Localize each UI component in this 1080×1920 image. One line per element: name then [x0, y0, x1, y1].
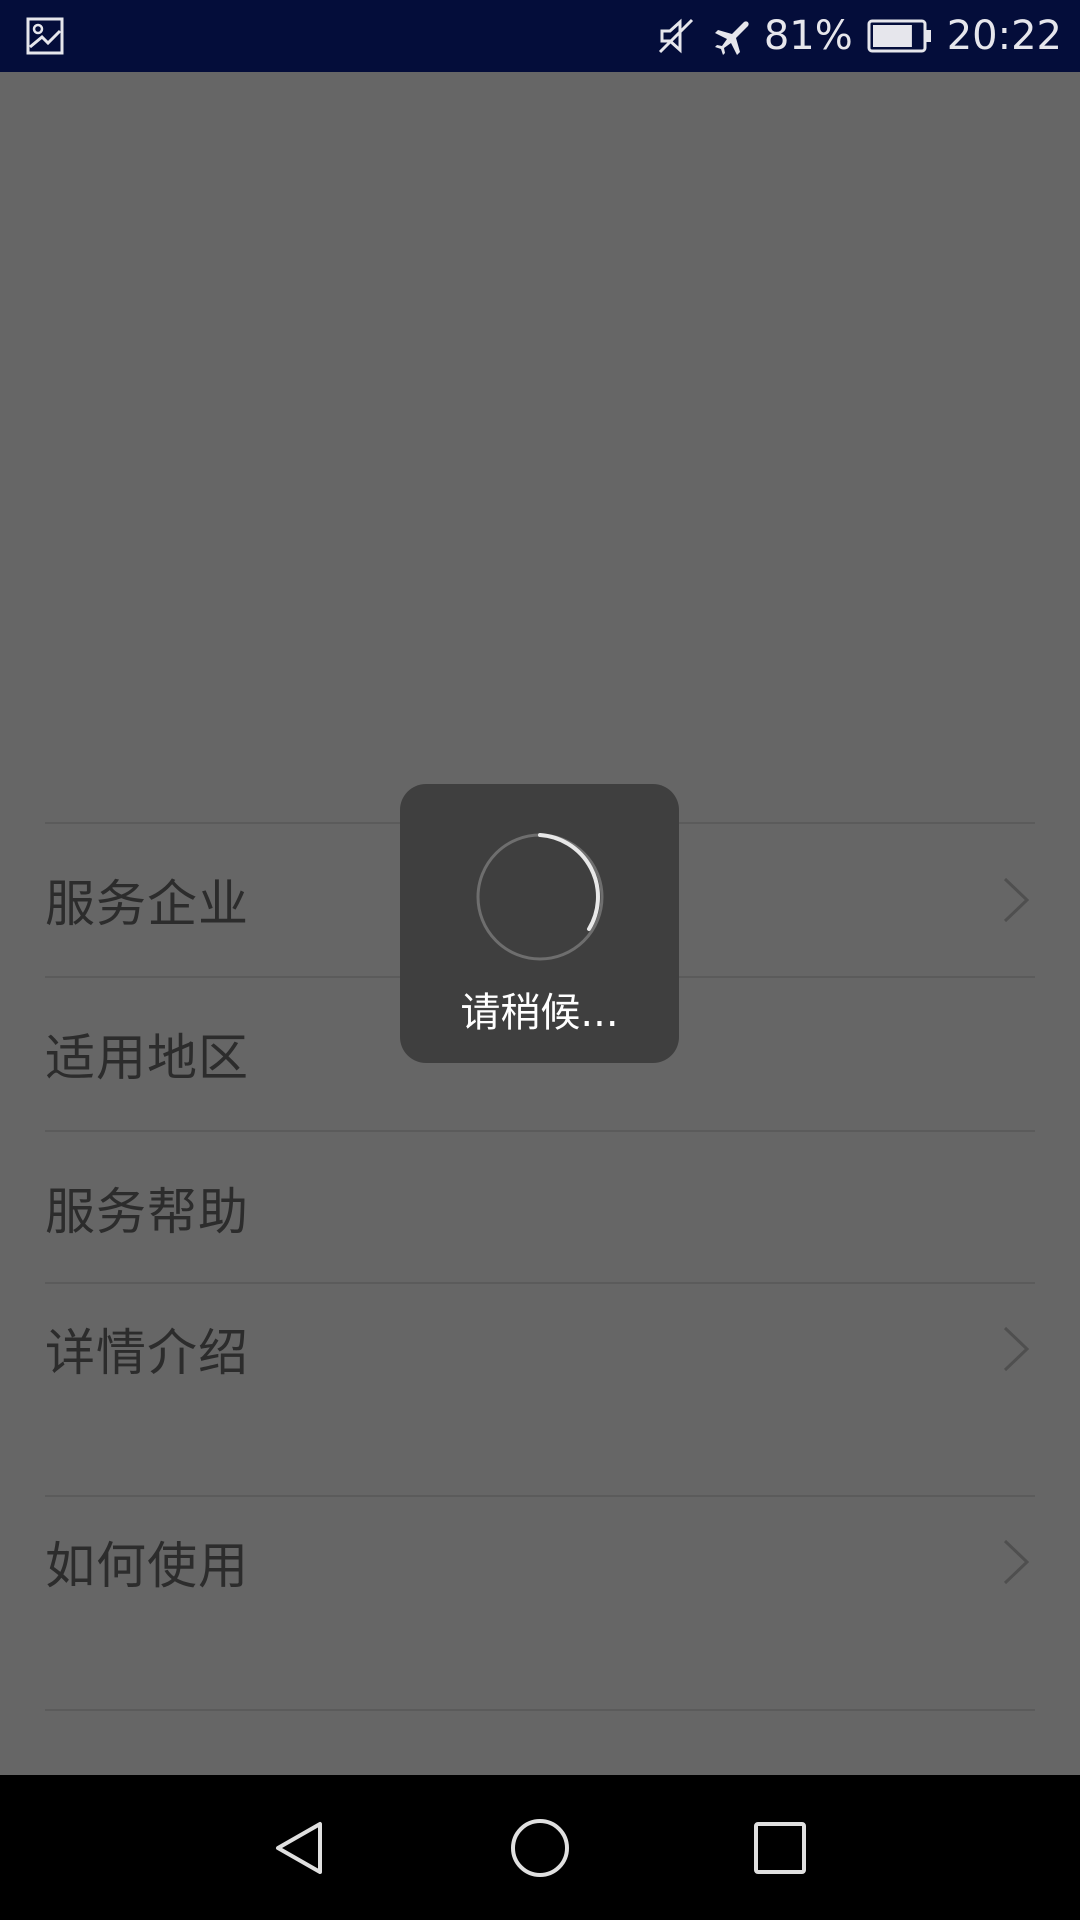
navigation-bar [0, 1775, 1080, 1920]
gallery-icon [26, 17, 64, 55]
menu-item-how-to-use[interactable]: 如何使用 [45, 1497, 1035, 1627]
recents-icon [754, 1822, 806, 1874]
loading-spinner-icon [476, 833, 604, 961]
divider [45, 1709, 1035, 1711]
status-time: 20:22 [946, 13, 1062, 59]
back-button[interactable] [255, 1803, 345, 1893]
back-icon [276, 1822, 322, 1874]
menu-item-label: 如何使用 [45, 1537, 249, 1595]
battery-percent: 81% [763, 13, 853, 59]
battery-icon [867, 19, 933, 53]
loading-dialog: 请稍候... [400, 784, 679, 1063]
menu-item-label: 适用地区 [45, 1029, 249, 1087]
menu-item-details[interactable]: 详情介绍 [45, 1284, 1035, 1414]
airplane-mode-icon [710, 16, 750, 56]
home-icon [511, 1819, 569, 1877]
menu-item-label: 详情介绍 [45, 1324, 249, 1382]
mute-icon [656, 16, 696, 56]
home-button[interactable] [495, 1803, 585, 1893]
menu-item-service-help[interactable]: 服务帮助 [45, 1132, 1035, 1284]
status-bar: 81% 20:22 [0, 0, 1080, 72]
chevron-right-icon [1003, 1326, 1030, 1372]
recents-button[interactable] [735, 1803, 825, 1893]
chevron-right-icon [1003, 877, 1030, 923]
chevron-right-icon [1003, 1539, 1030, 1585]
loading-text: 请稍候... [460, 990, 619, 1036]
menu-item-label: 服务帮助 [45, 1183, 249, 1241]
menu-item-label: 服务企业 [45, 875, 249, 933]
